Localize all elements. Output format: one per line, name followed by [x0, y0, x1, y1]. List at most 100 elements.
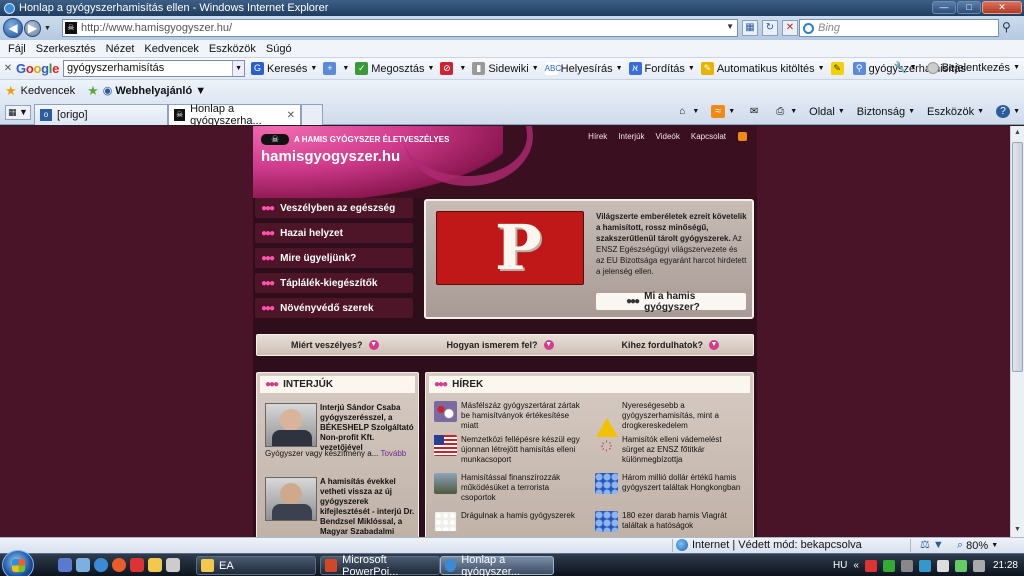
side-nav-item[interactable]: ●●● Táplálék-kiegészítők	[255, 273, 413, 293]
translate-button[interactable]: א Fordítás ▼	[628, 62, 695, 75]
zoom-level[interactable]: ⌕ 80% ▼	[957, 539, 998, 552]
taskbar-item-ea[interactable]: EA	[196, 556, 316, 575]
add-favorite-icon[interactable]: ★	[87, 83, 99, 99]
menu-edit[interactable]: Szerkesztés	[31, 43, 101, 55]
autofill-button[interactable]: ✎ Automatikus kitöltés ▼	[700, 62, 825, 75]
top-nav-interviews[interactable]: Interjúk	[618, 132, 644, 141]
wrench-icon[interactable]: 🔧	[894, 61, 908, 74]
url-dropdown-icon[interactable]: ▼	[726, 22, 734, 31]
tab-hamisgyogyszer[interactable]: ☠ Honlap a gyógyszerha... ✕	[168, 103, 301, 127]
popup-blocker-button[interactable]: ⊘ ▼	[440, 62, 466, 75]
news-item[interactable]: Nemzetközi fellépésre készül egy újonnan…	[434, 435, 584, 465]
volume-icon[interactable]	[936, 559, 949, 572]
google-plus-button[interactable]: + ▼	[323, 62, 349, 75]
refresh-icon[interactable]: ↻	[762, 20, 778, 36]
side-nav-item[interactable]: ●●● Veszélyben az egészség	[255, 198, 413, 218]
news-headline[interactable]: Nemzetközi fellépésre készül egy újonnan…	[461, 435, 584, 465]
question-whom-to-contact[interactable]: Kihez fordulhatok? ▼	[622, 340, 719, 350]
favorites-button[interactable]: Kedvencek	[21, 85, 75, 97]
tray-expand-icon[interactable]: «	[853, 560, 859, 571]
pill-p-image[interactable]: P	[436, 211, 584, 285]
folder-icon[interactable]	[148, 558, 162, 572]
close-tab-icon[interactable]: ✕	[287, 110, 295, 121]
news-headline[interactable]: Nyereségesebb a gyógyszerhamisítás, mint…	[622, 401, 745, 431]
url-input[interactable]: ☠ http://www.hamisgyogyszer.hu/ ▼	[62, 19, 738, 37]
tools-menu-button[interactable]: Eszközök ▼	[927, 106, 984, 118]
back-button[interactable]: ◀	[3, 18, 23, 38]
spellcheck-button[interactable]: ABC Helyesírás ▼	[544, 62, 623, 75]
page-menu-button[interactable]: Oldal ▼	[809, 106, 845, 118]
protected-mode-icon[interactable]: ⚖ ▼	[920, 538, 944, 551]
forward-button[interactable]: ▶	[24, 19, 41, 37]
help-menu-button[interactable]: ? ▼	[996, 105, 1020, 118]
news-headline[interactable]: Három millió dollár értékű hamis gyógysz…	[622, 473, 745, 494]
history-dropdown-icon[interactable]: ▼	[44, 25, 51, 32]
interview-title[interactable]: Interjú Sándor Csaba gyógyszerésszel, a …	[320, 403, 417, 453]
google-search-input[interactable]: gyógyszerhamisítás ▼	[63, 60, 246, 77]
news-headline[interactable]: Másfélszáz gyógyszertárat zártak be hami…	[461, 401, 584, 431]
side-nav-item[interactable]: ●●● Növényvédő szerek	[255, 298, 413, 318]
rss-icon[interactable]	[738, 132, 747, 141]
google-search-dropdown-icon[interactable]: ▼	[232, 61, 245, 76]
print-button[interactable]: ⎙ ▼	[773, 105, 797, 118]
stop-icon[interactable]: ✕	[782, 20, 798, 36]
tray-icon[interactable]	[972, 559, 985, 572]
tab-origo[interactable]: o [origo]	[34, 104, 168, 125]
tray-icon[interactable]	[882, 559, 895, 572]
share-button[interactable]: ✓ Megosztás ▼	[355, 62, 434, 75]
news-item[interactable]: ҉ Hamisítók elleni vádemelést sürget az …	[595, 435, 745, 465]
app-icon[interactable]	[166, 558, 180, 572]
ie-quicklaunch-icon[interactable]	[94, 558, 108, 572]
favorites-star-icon[interactable]: ★	[5, 83, 17, 99]
menu-tools[interactable]: Eszközök	[204, 43, 261, 55]
top-nav-videos[interactable]: Videók	[656, 132, 680, 141]
news-headline[interactable]: 180 ezer darab hamis Viagrát találtak a …	[622, 511, 745, 532]
compatibility-view-icon[interactable]: ▦	[742, 20, 758, 36]
security-zone[interactable]: Internet | Védett mód: bekapcsolva	[676, 539, 862, 551]
interview-item[interactable]: A hamisítás évekkel vetheti vissza az új…	[265, 477, 417, 537]
menu-view[interactable]: Nézet	[101, 43, 140, 55]
switch-windows-icon[interactable]	[76, 558, 90, 572]
bing-search-input[interactable]: Bing	[799, 19, 999, 37]
search-icon[interactable]: ⚲	[1002, 20, 1011, 34]
scrollbar-thumb[interactable]	[1012, 142, 1023, 372]
news-item[interactable]: Hamisítással finanszírozzák működésüket …	[434, 473, 584, 503]
menu-help[interactable]: Súgó	[261, 43, 297, 55]
question-how-recognize[interactable]: Hogyan ismerem fel? ▼	[447, 340, 554, 350]
taskbar-item-powerpoint[interactable]: Microsoft PowerPoi...	[320, 554, 440, 576]
home-button[interactable]: ⌂ ▼	[675, 105, 699, 118]
interview-title[interactable]: A hamisítás évekkel vetheti vissza az új…	[320, 477, 417, 537]
start-button[interactable]	[2, 550, 34, 576]
side-nav-item[interactable]: ●●● Hazai helyzet	[255, 223, 413, 243]
news-headline[interactable]: Drágulnak a hamis gyógyszerek	[461, 511, 575, 532]
interview-item[interactable]: Interjú Sándor Csaba gyógyszerésszel, a …	[265, 403, 417, 473]
highlight-button[interactable]: ✎	[830, 62, 847, 75]
news-item[interactable]: Másfélszáz gyógyszertárat zártak be hami…	[434, 401, 584, 431]
tray-icon[interactable]	[900, 559, 913, 572]
news-item[interactable]: Nyereségesebb a gyógyszerhamisítás, mint…	[595, 401, 745, 437]
maximize-button[interactable]: □	[957, 1, 981, 14]
news-headline[interactable]: Hamisítók elleni vádemelést sürget az EN…	[622, 435, 745, 465]
signin-button[interactable]: Bejelentkezés	[942, 62, 1011, 74]
sidewiki-button[interactable]: ▮ Sidewiki ▼	[472, 62, 539, 75]
read-mail-button[interactable]: ✉	[747, 105, 761, 118]
news-item[interactable]: Három millió dollár értékű hamis gyógysz…	[595, 473, 745, 494]
site-logo[interactable]: hamisgyogyszer.hu	[261, 148, 400, 165]
question-why-dangerous[interactable]: Miért veszélyes? ▼	[291, 340, 379, 350]
news-headline[interactable]: Hamisítással finanszírozzák működésüket …	[461, 473, 584, 503]
menu-file[interactable]: Fájl	[3, 43, 31, 55]
firefox-icon[interactable]	[112, 558, 126, 572]
minimize-button[interactable]: —	[932, 1, 956, 14]
scroll-down-icon[interactable]: ▼	[1011, 523, 1024, 537]
feeds-button[interactable]: ≈ ▼	[711, 105, 735, 118]
clock[interactable]: 21:28	[993, 560, 1018, 571]
top-nav-news[interactable]: Hírek	[588, 132, 607, 141]
new-tab-button[interactable]	[301, 104, 323, 125]
web-slice-gallery-button[interactable]: Webhelyajánló ▼	[115, 85, 206, 97]
news-item[interactable]: Drágulnak a hamis gyógyszerek	[434, 511, 584, 532]
top-nav-contact[interactable]: Kapcsolat	[691, 132, 726, 141]
tray-icon[interactable]	[918, 559, 931, 572]
side-nav-item[interactable]: ●●● Mire ügyeljünk?	[255, 248, 413, 268]
news-item[interactable]: 180 ezer darab hamis Viagrát találtak a …	[595, 511, 745, 532]
safety-menu-button[interactable]: Biztonság ▼	[857, 106, 915, 118]
